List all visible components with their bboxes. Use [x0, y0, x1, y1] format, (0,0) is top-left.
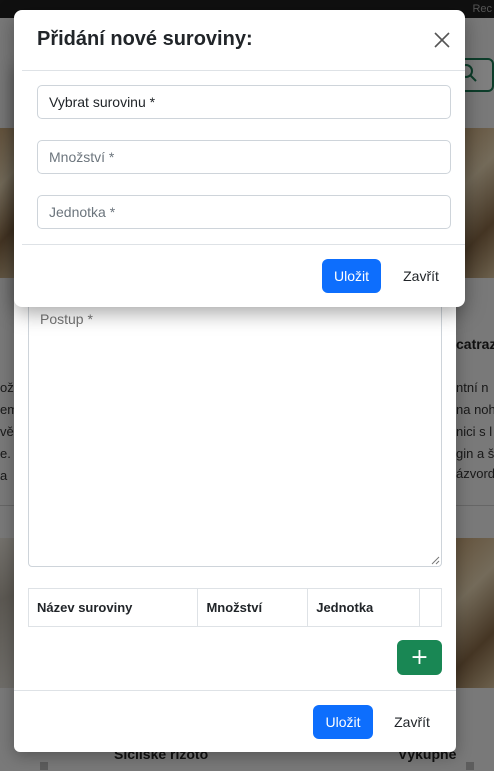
recipe-modal-footer-divider: [14, 690, 456, 691]
postup-textarea[interactable]: [28, 298, 442, 567]
recipe-save-button[interactable]: Uložit: [313, 705, 373, 739]
table-header-row: Název suroviny Množství Jednotka: [27, 588, 442, 627]
unit-input[interactable]: [37, 195, 451, 229]
column-header-unit: Jednotka: [307, 588, 420, 627]
add-ingredient-modal: Přidání nové suroviny: Vybrat surovinu *…: [14, 10, 465, 307]
close-icon[interactable]: [430, 28, 454, 52]
column-header-actions: [419, 588, 442, 627]
column-header-name: Název suroviny: [27, 588, 199, 627]
modal-title: Přidání nové suroviny:: [37, 28, 253, 50]
recipe-close-button[interactable]: Zavřít: [382, 705, 442, 739]
modal-header-divider: [22, 70, 465, 71]
ingredient-select[interactable]: Vybrat surovinu *: [37, 85, 451, 119]
resize-handle-icon[interactable]: [431, 556, 440, 565]
ingredient-close-button[interactable]: Zavřít: [392, 259, 450, 293]
column-header-amount: Množství: [197, 588, 309, 627]
ingredients-table: Název suroviny Množství Jednotka: [27, 588, 442, 627]
ingredient-save-button[interactable]: Uložit: [322, 259, 381, 293]
amount-input[interactable]: [37, 140, 451, 174]
modal-footer-divider: [22, 244, 465, 245]
add-ingredient-button[interactable]: +: [397, 640, 442, 675]
